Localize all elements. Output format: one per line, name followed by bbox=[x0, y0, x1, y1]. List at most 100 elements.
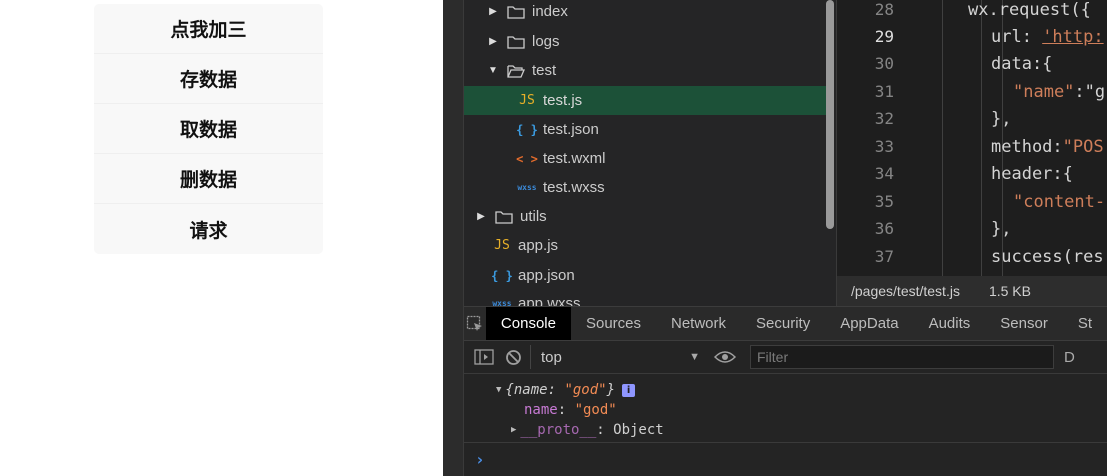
code-line: 29 url: 'http: bbox=[837, 23, 1107, 50]
folder-open-icon bbox=[507, 64, 525, 78]
console-prompt[interactable]: › bbox=[464, 442, 1107, 476]
chevron-right-icon: ▶ bbox=[477, 211, 485, 222]
proto-value: Object bbox=[613, 422, 664, 438]
tree-folder-index[interactable]: ▶ index bbox=[464, 0, 826, 26]
tab-sources[interactable]: Sources bbox=[571, 307, 656, 340]
tree-item-label: index bbox=[532, 3, 568, 20]
folder-icon bbox=[507, 5, 525, 19]
console-proto[interactable]: ▶ __proto__: Object bbox=[511, 422, 664, 438]
tree-item-label: test.json bbox=[543, 121, 599, 138]
save-data-button[interactable]: 存数据 bbox=[94, 54, 323, 104]
code-text: }, bbox=[991, 218, 1012, 239]
tree-item-label: test bbox=[532, 62, 557, 79]
code-token: url: bbox=[991, 26, 1043, 47]
chevron-right-icon: ▶ bbox=[489, 6, 497, 17]
code-token: method: bbox=[991, 136, 1063, 157]
context-select[interactable]: top ▼ bbox=[530, 345, 710, 369]
tree-item-label: test.js bbox=[543, 92, 583, 109]
json-file-icon: { } bbox=[516, 122, 538, 137]
line-number: 32 bbox=[874, 109, 894, 128]
scrollbar-thumb[interactable] bbox=[826, 0, 834, 229]
default-levels-label[interactable]: D bbox=[1064, 349, 1075, 366]
delete-data-button[interactable]: 删数据 bbox=[94, 154, 323, 204]
json-file-icon: { } bbox=[491, 268, 513, 283]
filter-input[interactable] bbox=[750, 345, 1054, 369]
property-key: name bbox=[524, 402, 558, 418]
line-number: 33 bbox=[874, 137, 894, 156]
code-line: 30 data:{ bbox=[837, 50, 1107, 77]
tab-storage[interactable]: St bbox=[1063, 307, 1107, 340]
code-string: "POS bbox=[1062, 136, 1104, 157]
tab-console[interactable]: Console bbox=[485, 307, 571, 340]
code-text: data:{ bbox=[991, 53, 1053, 74]
info-icon[interactable]: i bbox=[622, 383, 636, 397]
clear-console-icon[interactable] bbox=[505, 349, 522, 366]
code-editor[interactable]: 28 wx.request({ 29 url: 'http: 30 data:{… bbox=[836, 0, 1107, 276]
tree-folder-test[interactable]: ▼ test bbox=[464, 56, 826, 85]
code-text: wx.request({ bbox=[968, 0, 1091, 20]
preview-sep: : bbox=[547, 382, 565, 398]
console-object-preview[interactable]: ▼ {name: "god"} i bbox=[496, 382, 636, 398]
tab-appdata[interactable]: AppData bbox=[825, 307, 913, 340]
eye-icon[interactable] bbox=[714, 350, 736, 364]
tree-file-test-wxss[interactable]: wxss test.wxss bbox=[464, 173, 826, 202]
tab-security[interactable]: Security bbox=[741, 307, 825, 340]
inspect-element-icon[interactable] bbox=[464, 307, 486, 340]
console-toolbar: top ▼ D bbox=[464, 341, 1107, 374]
sidebar-toggle-icon[interactable] bbox=[474, 349, 494, 365]
tree-file-test-wxml[interactable]: < > test.wxml bbox=[464, 144, 826, 173]
property-sep: : bbox=[557, 402, 575, 418]
wxml-file-icon: < > bbox=[516, 151, 538, 166]
code-line: 28 wx.request({ bbox=[837, 0, 1107, 23]
proto-sep: : bbox=[596, 422, 614, 438]
tab-sensor[interactable]: Sensor bbox=[985, 307, 1063, 340]
code-text: url: 'http: bbox=[991, 27, 1104, 47]
line-number: 37 bbox=[874, 247, 894, 266]
preview-key: name bbox=[513, 382, 548, 398]
property-value: "god" bbox=[574, 402, 617, 418]
tree-item-label: test.wxml bbox=[543, 150, 606, 167]
chevron-right-icon: ▶ bbox=[511, 425, 517, 435]
chevron-down-icon: ▼ bbox=[488, 65, 498, 76]
tree-file-app-js[interactable]: JS app.js bbox=[464, 231, 826, 260]
code-text: method:"POS bbox=[991, 137, 1104, 157]
code-token: :"g bbox=[1074, 81, 1106, 102]
folder-icon bbox=[495, 210, 513, 224]
devtools-panel: ▶ index ▶ logs ▼ test JS test.js { } tes… bbox=[443, 0, 1107, 476]
chevron-right-icon: ▶ bbox=[489, 36, 497, 47]
code-line: 37 success(res bbox=[837, 243, 1107, 270]
preview-open: { bbox=[505, 382, 514, 398]
tree-file-test-json[interactable]: { } test.json bbox=[464, 115, 826, 144]
get-data-button[interactable]: 取数据 bbox=[94, 104, 323, 154]
prompt-chevron-icon: › bbox=[475, 450, 485, 469]
tree-item-label: app.json bbox=[518, 267, 575, 284]
chevron-down-icon: ▼ bbox=[496, 385, 502, 395]
tree-item-label: app.js bbox=[518, 237, 559, 254]
add-three-button[interactable]: 点我加三 bbox=[94, 4, 323, 54]
code-text: "name":"g bbox=[1013, 82, 1105, 102]
tree-file-test-js[interactable]: JS test.js bbox=[464, 86, 826, 115]
truncated-text bbox=[58, 0, 70, 2]
line-number: 31 bbox=[874, 82, 894, 101]
wxss-file-icon: wxss bbox=[517, 183, 537, 192]
tree-folder-utils[interactable]: ▶ utils bbox=[464, 202, 826, 231]
code-line: 34 header:{ bbox=[837, 160, 1107, 187]
tab-audits[interactable]: Audits bbox=[914, 307, 986, 340]
code-line: 33 method:"POS bbox=[837, 133, 1107, 160]
file-path: /pages/test/test.js bbox=[851, 283, 960, 299]
tab-network[interactable]: Network bbox=[656, 307, 741, 340]
tree-item-label: utils bbox=[520, 208, 547, 225]
tree-file-app-json[interactable]: { } app.json bbox=[464, 261, 826, 290]
line-number: 30 bbox=[874, 54, 894, 73]
folder-icon bbox=[507, 35, 525, 49]
devtools-tab-bar: Console Sources Network Security AppData… bbox=[464, 306, 1107, 341]
code-line: 35 "content- bbox=[837, 188, 1107, 215]
code-string: "name" bbox=[1013, 81, 1075, 102]
simulator-panel: 点我加三 存数据 取数据 删数据 请求 bbox=[0, 0, 443, 476]
tree-folder-logs[interactable]: ▶ logs bbox=[464, 27, 826, 56]
file-size: 1.5 KB bbox=[988, 283, 1031, 299]
tree-item-label: app.wxss bbox=[518, 295, 581, 306]
tree-file-app-wxss[interactable]: wxss app.wxss bbox=[464, 289, 826, 306]
request-button[interactable]: 请求 bbox=[94, 204, 323, 254]
tree-item-label: logs bbox=[532, 33, 560, 50]
